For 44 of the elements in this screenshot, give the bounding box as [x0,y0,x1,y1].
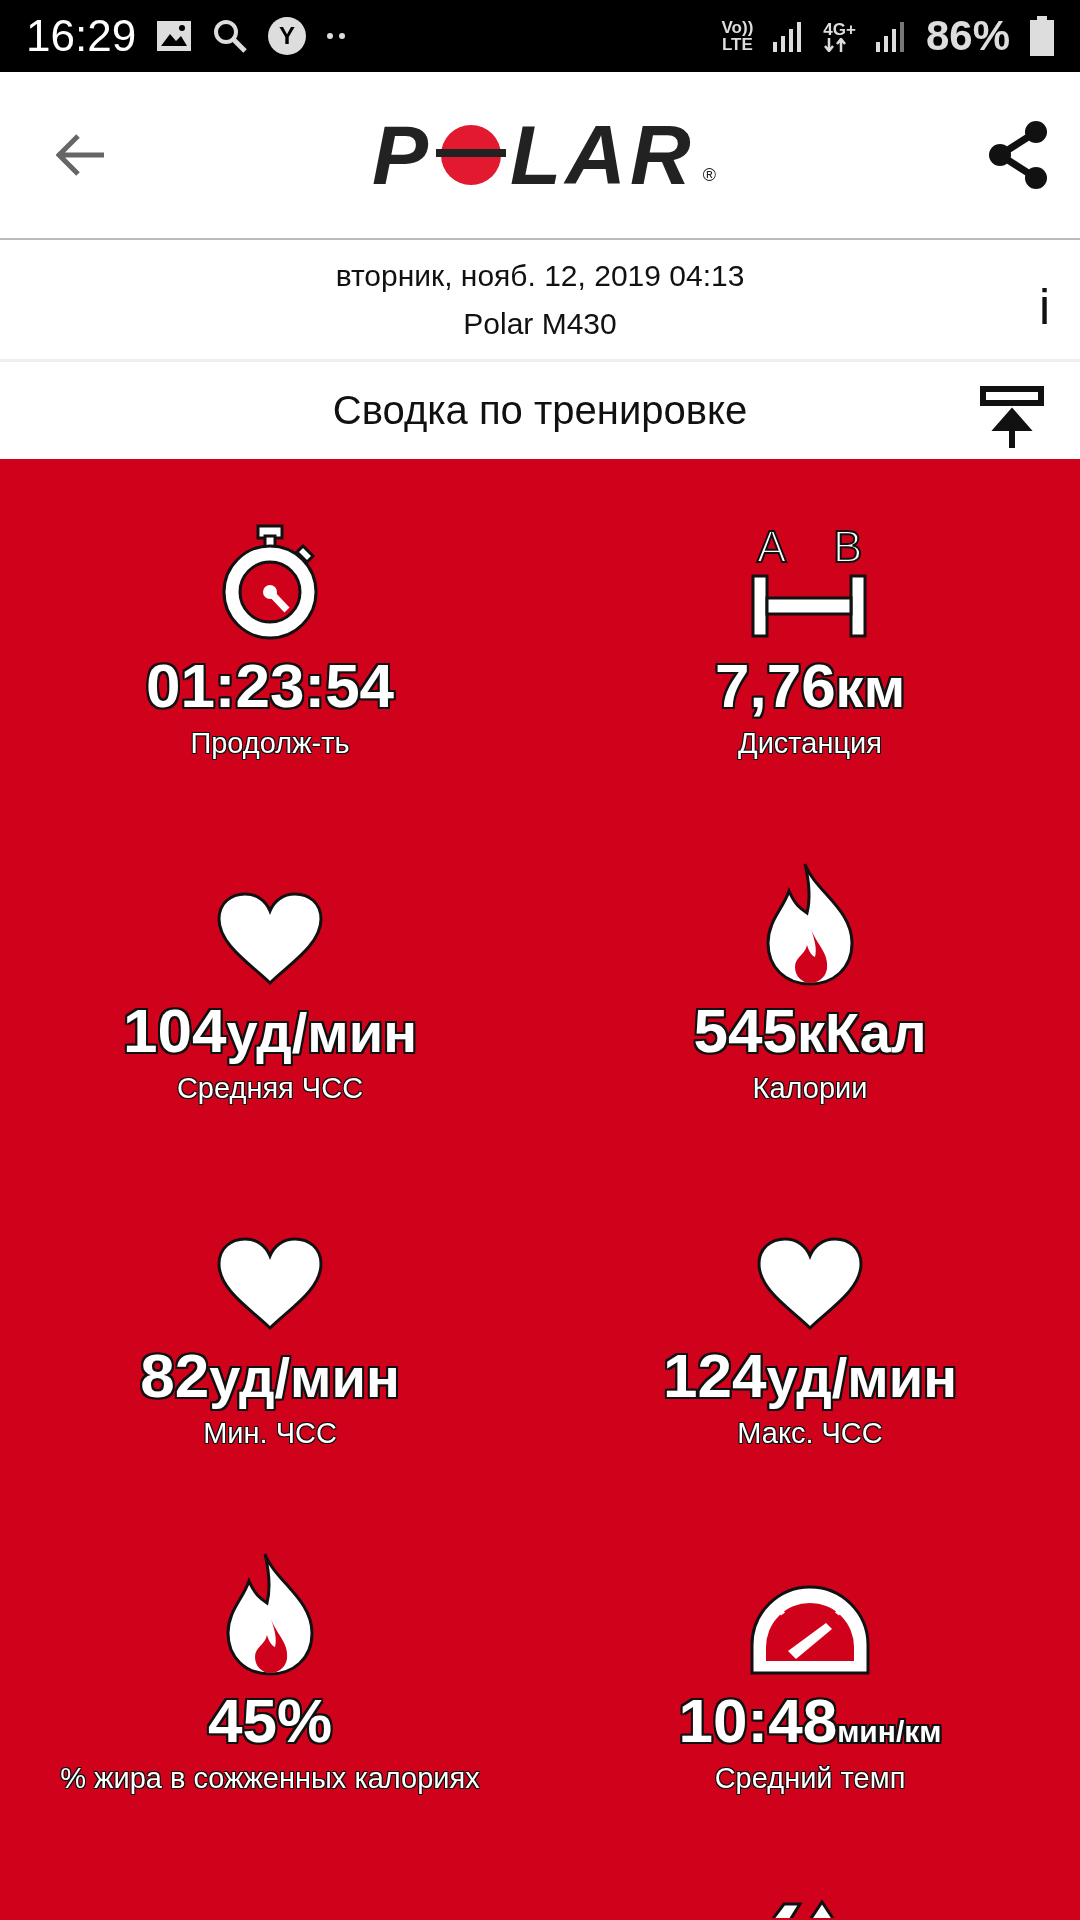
image-icon [156,20,193,52]
device-name: Polar M430 [463,305,617,342]
signal-icon [773,20,804,52]
heart-icon [216,891,324,987]
workout-date: вторник, нояб. 12, 2019 04:13 [335,257,745,294]
metric-label: Мин. ЧСС [203,1417,337,1450]
volte-label: Vo)) [721,19,754,36]
metric-label: Макс. ЧСС [737,1417,883,1450]
notification-badge: Y [268,17,307,55]
metric-label: Продолж-ть [190,727,350,760]
signal-icon [875,20,906,52]
share-button[interactable] [986,120,1050,190]
flame-icon [765,861,855,987]
metric-value: 82уд/мин [140,1340,400,1411]
network-label: 4G+ [823,20,856,38]
metric-value: 45% [207,1685,333,1756]
back-icon [56,133,106,177]
metric-value: 10:48мин/км [678,1685,942,1756]
battery-percentage: 86% [925,12,1010,60]
flame-icon [225,1551,315,1677]
back-button[interactable] [56,133,106,177]
upload-icon [980,386,1044,448]
metric-label: Средний темп [714,1762,906,1795]
section-title: Сводка по тренировке [332,388,748,433]
metric-value: 124уд/мин [663,1340,957,1411]
metric-label: Дистанция [738,727,882,760]
lte-label: LTE [722,36,754,53]
heart-icon [756,1236,864,1332]
metric-value: 7,76км [714,650,906,721]
clock: 16:29 [26,11,137,61]
share-icon [986,120,1050,190]
gauge-icon [748,1583,872,1677]
metric-value: 01:23:54 [145,650,395,721]
search-icon [212,18,249,54]
info-button[interactable]: i [1034,278,1054,336]
polar-logo: P LAR® [372,106,720,204]
metric-label: Средняя ЧСС [176,1072,364,1105]
metric-value: 104уд/мин [123,995,417,1066]
upload-button[interactable] [980,386,1044,448]
metric-label: Калории [752,1072,868,1105]
heart-icon [216,1236,324,1332]
battery-icon [1030,16,1054,56]
metric-value: 545кКал [693,995,927,1066]
metric-label: % жира в сожженных калориях [60,1762,480,1795]
